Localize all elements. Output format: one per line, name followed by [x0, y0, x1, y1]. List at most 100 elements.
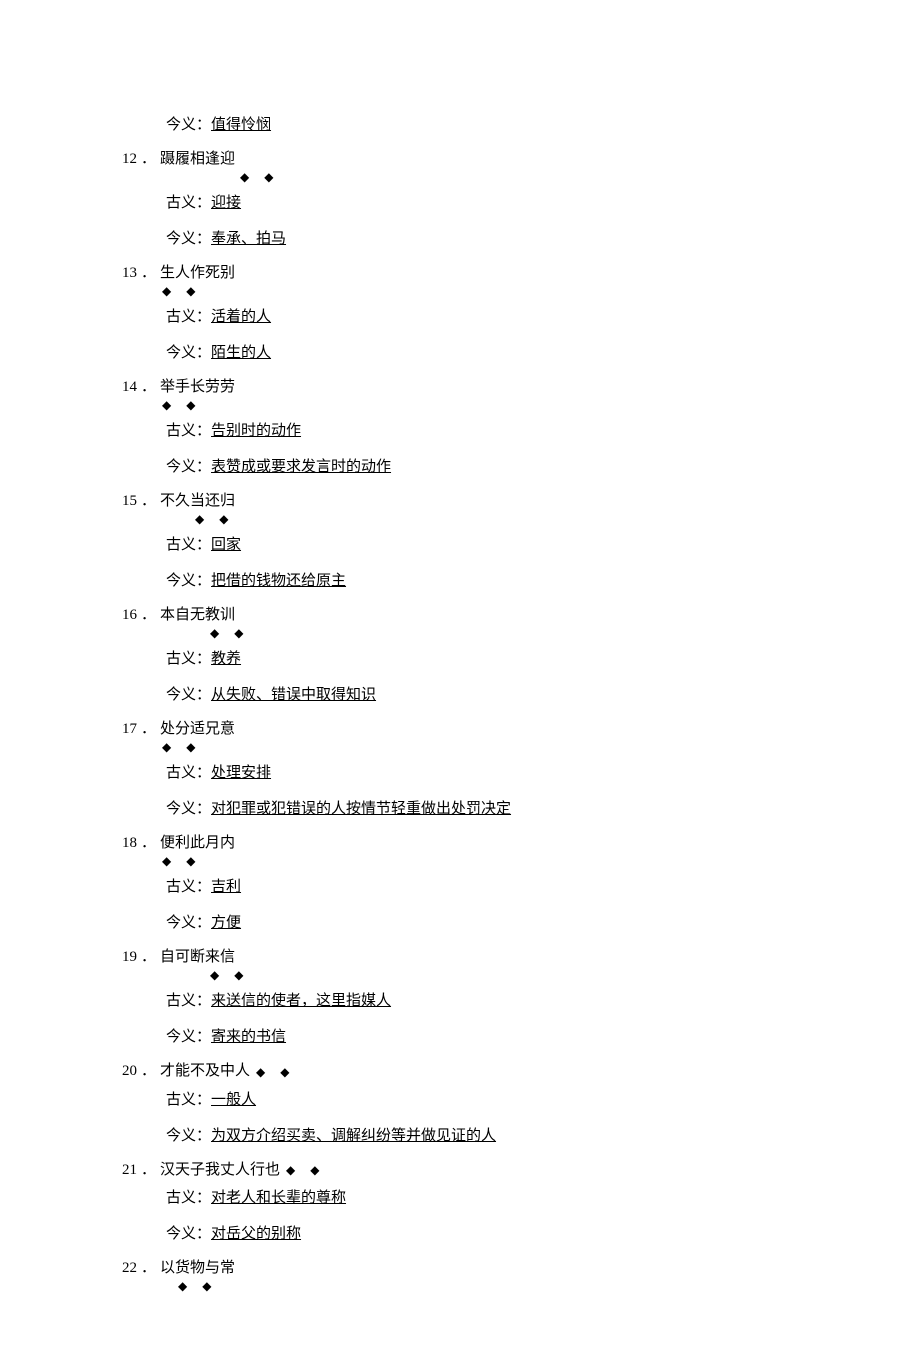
- modern-label: 今义：: [166, 573, 211, 589]
- document-page: 今义：值得怜悯 12．蹑履相逢迎 ◆ ◆ 古义：迎接 今义：奉承、拍马 13．生…: [0, 0, 920, 1357]
- item-title: 不久当还归: [160, 493, 235, 509]
- definition-ancient: 古义：回家: [0, 530, 920, 560]
- diamond-icon: ◆ ◆: [250, 1065, 295, 1079]
- diamond-icon: ◆ ◆: [210, 626, 249, 640]
- item-heading: 22．以货物与常: [0, 1255, 920, 1281]
- separator-dot: ．: [137, 1255, 160, 1281]
- ancient-label: 古义：: [166, 765, 211, 781]
- definition-modern: 今义：把借的钱物还给原主: [0, 566, 920, 596]
- emphasis-markers: ◆ ◆: [0, 856, 920, 872]
- emphasis-markers: ◆ ◆: [0, 742, 920, 758]
- modern-answer: 寄来的书信: [211, 1029, 286, 1045]
- ancient-answer: 教养: [211, 651, 241, 667]
- item-heading: 18．便利此月内: [0, 830, 920, 856]
- modern-answer: 陌生的人: [211, 345, 271, 361]
- item-heading: 16．本自无教训: [0, 602, 920, 628]
- ancient-answer: 吉利: [211, 879, 241, 895]
- ancient-answer: 对老人和长辈的尊称: [211, 1190, 346, 1206]
- item-number: 12: [122, 146, 137, 172]
- list-item: 12．蹑履相逢迎 ◆ ◆ 古义：迎接 今义：奉承、拍马: [0, 146, 920, 254]
- separator-dot: ．: [137, 716, 160, 742]
- list-item: 18．便利此月内 ◆ ◆ 古义：吉利 今义：方便: [0, 830, 920, 938]
- item-heading: 17．处分适兄意: [0, 716, 920, 742]
- separator-dot: ．: [137, 1058, 160, 1084]
- item-number: 16: [122, 602, 137, 628]
- item-title: 以货物与常: [160, 1260, 235, 1276]
- list-item: 19．自可断来信 ◆ ◆ 古义：来送信的使者，这里指媒人 今义：寄来的书信: [0, 944, 920, 1052]
- modern-answer: 从失败、错误中取得知识: [211, 687, 376, 703]
- modern-label: 今义：: [166, 801, 211, 817]
- diamond-icon: ◆ ◆: [162, 398, 201, 412]
- item-number: 22: [122, 1255, 137, 1281]
- list-item: 17．处分适兄意 ◆ ◆ 古义：处理安排 今义：对犯罪或犯错误的人按情节轻重做出…: [0, 716, 920, 824]
- ancient-answer: 一般人: [211, 1092, 256, 1108]
- modern-answer: 奉承、拍马: [211, 231, 286, 247]
- definition-modern: 今义：为双方介绍买卖、调解纠纷等并做见证的人: [0, 1121, 920, 1151]
- modern-label: 今义：: [166, 1128, 211, 1144]
- item-title: 自可断来信: [160, 949, 235, 965]
- separator-dot: ．: [137, 830, 160, 856]
- diamond-icon: ◆ ◆: [178, 1279, 217, 1293]
- item-number: 18: [122, 830, 137, 856]
- item-heading: 12．蹑履相逢迎: [0, 146, 920, 172]
- ancient-label: 古义：: [166, 993, 211, 1009]
- ancient-label: 古义：: [166, 1092, 211, 1108]
- definition-ancient: 古义：迎接: [0, 188, 920, 218]
- ancient-label: 古义：: [166, 537, 211, 553]
- list-item: 21．汉天子我丈人行也◆ ◆ 古义：对老人和长辈的尊称 今义：对岳父的别称: [0, 1157, 920, 1250]
- diamond-icon: ◆ ◆: [240, 170, 279, 184]
- modern-label: 今义：: [166, 1029, 211, 1045]
- ancient-answer: 来送信的使者，这里指媒人: [211, 993, 391, 1009]
- item-heading: 14．举手长劳劳: [0, 374, 920, 400]
- item-heading: 21．汉天子我丈人行也◆ ◆: [0, 1157, 920, 1184]
- ancient-answer: 处理安排: [211, 765, 271, 781]
- modern-label: 今义：: [166, 345, 211, 361]
- ancient-answer: 回家: [211, 537, 241, 553]
- emphasis-markers: ◆ ◆: [0, 400, 920, 416]
- definition-modern: 今义：从失败、错误中取得知识: [0, 680, 920, 710]
- definition-modern: 今义：陌生的人: [0, 338, 920, 368]
- item-title: 生人作死别: [160, 265, 235, 281]
- item-number: 17: [122, 716, 137, 742]
- emphasis-markers: ◆ ◆: [0, 514, 920, 530]
- item-number: 15: [122, 488, 137, 514]
- definition-modern: 今义：表赞成或要求发言时的动作: [0, 452, 920, 482]
- diamond-icon: ◆ ◆: [162, 740, 201, 754]
- definition-modern: 今义：对犯罪或犯错误的人按情节轻重做出处罚决定: [0, 794, 920, 824]
- item-number: 14: [122, 374, 137, 400]
- ancient-label: 古义：: [166, 423, 211, 439]
- item-title: 便利此月内: [160, 835, 235, 851]
- item-title: 汉天子我丈人行也: [160, 1162, 280, 1178]
- emphasis-markers: ◆ ◆: [0, 1281, 920, 1297]
- modern-answer: 方便: [211, 915, 241, 931]
- emphasis-markers: ◆ ◆: [0, 172, 920, 188]
- modern-answer: 对岳父的别称: [211, 1226, 301, 1242]
- modern-label: 今义：: [166, 459, 211, 475]
- item-heading: 20．才能不及中人◆ ◆: [0, 1058, 920, 1085]
- definition-modern: 今义：对岳父的别称: [0, 1219, 920, 1249]
- modern-label: 今义：: [166, 687, 211, 703]
- definition-modern: 今义：值得怜悯: [0, 110, 920, 140]
- modern-label: 今义：: [166, 915, 211, 931]
- definition-ancient: 古义：处理安排: [0, 758, 920, 788]
- emphasis-markers: ◆ ◆: [0, 286, 920, 302]
- modern-answer: 对犯罪或犯错误的人按情节轻重做出处罚决定: [211, 801, 511, 817]
- item-title: 才能不及中人: [160, 1063, 250, 1079]
- definition-ancient: 古义：一般人: [0, 1085, 920, 1115]
- definition-ancient: 古义：告别时的动作: [0, 416, 920, 446]
- ancient-label: 古义：: [166, 309, 211, 325]
- item-number: 19: [122, 944, 137, 970]
- definition-ancient: 古义：吉利: [0, 872, 920, 902]
- definition-modern: 今义：寄来的书信: [0, 1022, 920, 1052]
- definition-ancient: 古义：活着的人: [0, 302, 920, 332]
- separator-dot: ．: [137, 260, 160, 286]
- definition-ancient: 古义：教养: [0, 644, 920, 674]
- diamond-icon: ◆ ◆: [210, 968, 249, 982]
- modern-answer: 值得怜悯: [211, 117, 271, 133]
- diamond-icon: ◆ ◆: [195, 512, 234, 526]
- item-number: 21: [122, 1157, 137, 1183]
- item-heading: 13．生人作死别: [0, 260, 920, 286]
- item-title: 处分适兄意: [160, 721, 235, 737]
- diamond-icon: ◆ ◆: [162, 854, 201, 868]
- modern-label: 今义：: [166, 231, 211, 247]
